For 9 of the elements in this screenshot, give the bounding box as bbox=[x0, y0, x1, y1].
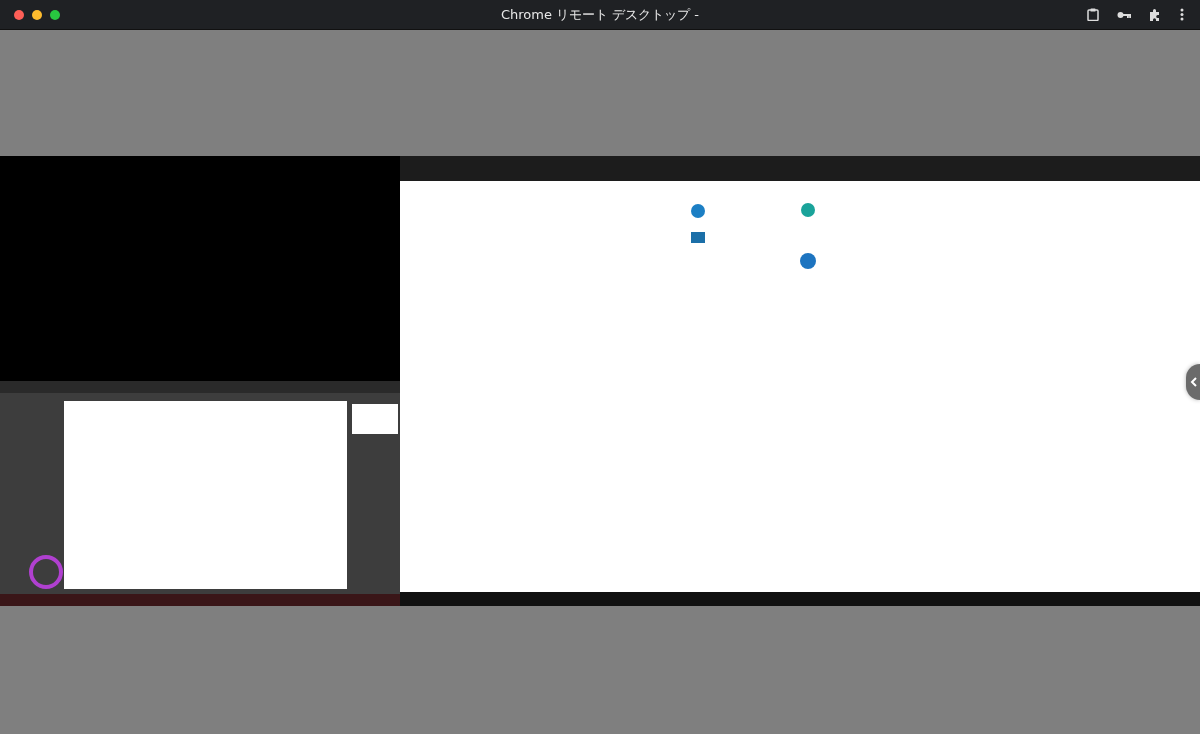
clipboard-icon[interactable] bbox=[1087, 8, 1099, 21]
chevron-icon bbox=[1190, 377, 1197, 387]
key-icon[interactable] bbox=[1117, 10, 1131, 19]
window-title: Chrome リモート デスクトップ - bbox=[500, 5, 700, 24]
extension-icon[interactable] bbox=[1149, 8, 1162, 21]
zoom-button[interactable] bbox=[50, 9, 60, 20]
minimize-button[interactable] bbox=[32, 9, 42, 20]
more-icon[interactable] bbox=[1180, 8, 1184, 21]
close-button[interactable] bbox=[14, 9, 24, 20]
